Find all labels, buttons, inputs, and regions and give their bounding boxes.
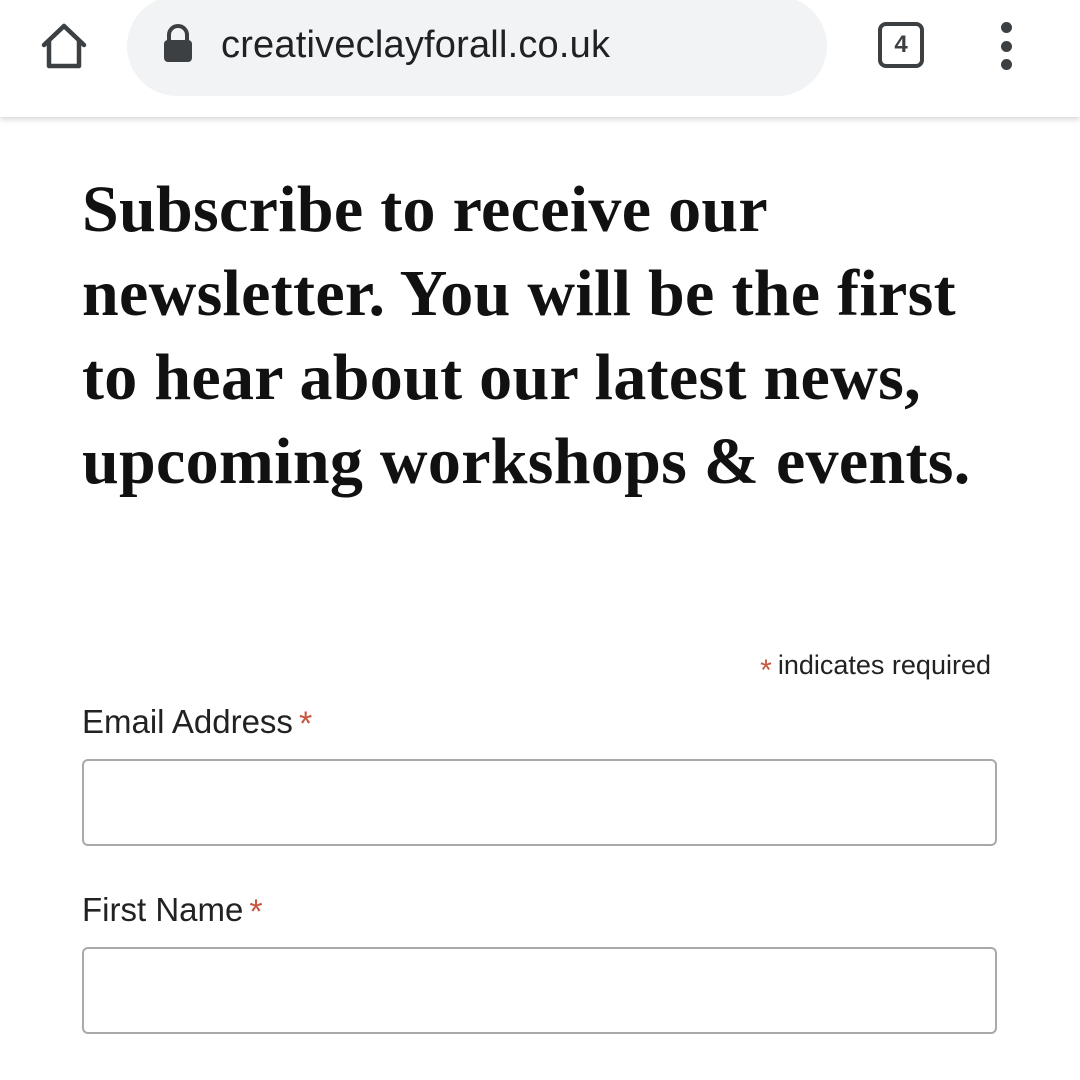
- first-name-label: First Name *: [82, 891, 263, 931]
- address-bar[interactable]: creativeclayforall.co.uk: [127, 0, 827, 96]
- page-title: Subscribe to receive our newsletter. You…: [82, 173, 971, 498]
- tab-switcher-button[interactable]: 4: [878, 22, 924, 68]
- email-field[interactable]: [82, 759, 997, 846]
- menu-dot: [1000, 59, 1012, 70]
- browser-toolbar: creativeclayforall.co.uk 4: [0, 0, 1080, 117]
- email-label-text: Email Address: [82, 703, 293, 740]
- required-asterisk: *: [760, 654, 772, 687]
- newsletter-section: Subscribe to receive our newsletter. You…: [82, 168, 1002, 504]
- required-asterisk: *: [298, 705, 313, 743]
- required-note-text: indicates required: [777, 650, 991, 680]
- menu-dot: [1000, 22, 1012, 33]
- url-text[interactable]: creativeclayforall.co.uk: [221, 22, 610, 68]
- first-name-label-text: First Name: [82, 891, 244, 928]
- first-name-field[interactable]: [82, 947, 997, 1034]
- tab-count: 4: [894, 31, 908, 58]
- lock-icon[interactable]: [161, 24, 195, 64]
- email-label: Email Address *: [82, 703, 313, 743]
- required-asterisk: *: [249, 893, 263, 931]
- menu-dot: [1000, 40, 1012, 52]
- home-icon: [41, 23, 87, 69]
- required-note: * indicates required: [760, 648, 991, 687]
- more-vert-icon[interactable]: [986, 18, 1026, 74]
- home-button[interactable]: [34, 18, 94, 74]
